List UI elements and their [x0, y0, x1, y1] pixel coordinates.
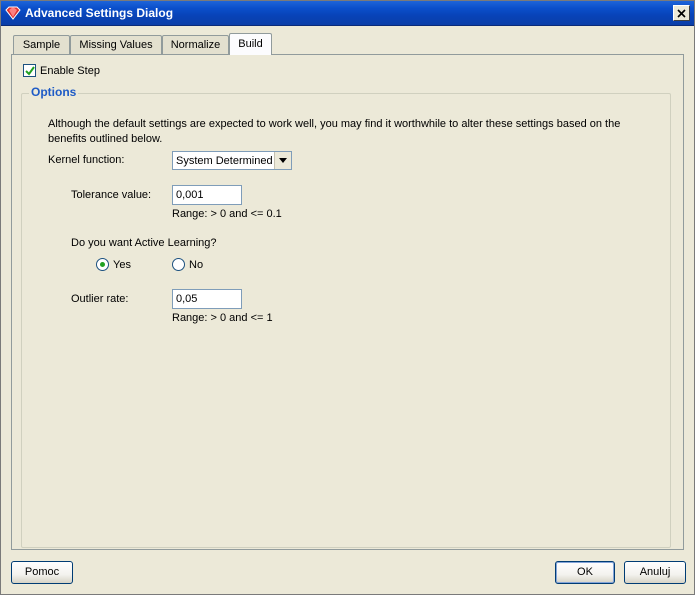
active-learning-no-option[interactable]: No	[172, 258, 203, 271]
tab-label: Build	[238, 38, 263, 50]
close-button[interactable]	[673, 5, 690, 21]
window-title: Advanced Settings Dialog	[25, 6, 174, 20]
tab-normalize[interactable]: Normalize	[162, 35, 229, 54]
advanced-settings-dialog: Advanced Settings Dialog Sample Missing …	[0, 0, 695, 595]
title-bar[interactable]: Advanced Settings Dialog	[1, 1, 694, 26]
tolerance-range: Range: > 0 and <= 0.1	[172, 208, 282, 220]
dropdown-arrow-icon[interactable]	[274, 152, 291, 169]
kernel-function-select[interactable]: System Determined	[172, 151, 292, 170]
kernel-function-value: System Determined	[176, 154, 273, 167]
tab-build[interactable]: Build	[229, 33, 272, 55]
active-learning-yes-option[interactable]: Yes	[96, 258, 131, 271]
tab-missing-values[interactable]: Missing Values	[70, 35, 162, 54]
help-button[interactable]: Pomoc	[11, 561, 73, 584]
tab-sample[interactable]: Sample	[13, 35, 70, 54]
close-icon	[677, 9, 686, 18]
tab-label: Normalize	[170, 39, 221, 51]
radio-no[interactable]	[172, 258, 185, 271]
options-legend: Options	[29, 85, 79, 99]
tab-label: Missing Values	[79, 39, 153, 51]
outlier-rate-input[interactable]	[172, 289, 242, 309]
radio-no-label: No	[189, 258, 204, 271]
enable-step-checkbox[interactable]: Enable Step	[23, 63, 100, 78]
checkbox-checked[interactable]	[23, 64, 36, 77]
app-diamond-icon	[5, 6, 21, 20]
kernel-function-label: Kernel function:	[48, 154, 125, 166]
cancel-button[interactable]: Anuluj	[624, 561, 686, 584]
ok-button[interactable]: OK	[555, 561, 615, 584]
radio-yes[interactable]	[96, 258, 109, 271]
enable-step-label: Enable Step	[40, 64, 100, 77]
checkmark-icon	[25, 66, 35, 76]
tolerance-input[interactable]	[172, 185, 242, 205]
options-description: Although the default settings are expect…	[48, 118, 621, 145]
active-learning-question: Do you want Active Learning?	[71, 237, 217, 249]
tolerance-label: Tolerance value:	[71, 189, 152, 201]
tab-label: Sample	[22, 39, 61, 51]
outlier-rate-label: Outlier rate:	[71, 293, 129, 305]
radio-yes-label: Yes	[113, 258, 131, 271]
outlier-rate-range: Range: > 0 and <= 1	[172, 312, 273, 324]
